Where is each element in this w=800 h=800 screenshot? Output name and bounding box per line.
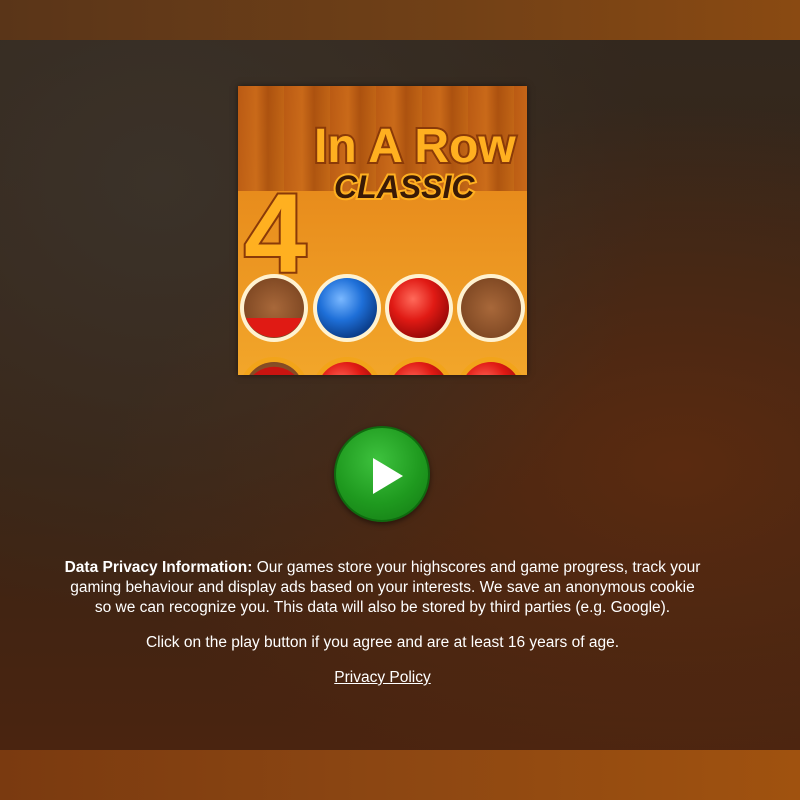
play-button[interactable] [334, 426, 430, 522]
privacy-heading: Data Privacy Information: [64, 559, 253, 576]
consent-text: Click on the play button if you agree an… [145, 634, 620, 651]
privacy-notice: Data Privacy Information: Our games stor… [60, 558, 705, 703]
privacy-policy-link[interactable]: Privacy Policy [334, 669, 430, 686]
logo-artwork: 4In A RowCLASSIC [238, 118, 527, 375]
bottom-bar [0, 750, 800, 800]
logo-subtitle: CLASSIC [334, 169, 475, 205]
privacy-paragraph: Data Privacy Information: Our games stor… [60, 558, 705, 618]
logo-title: In A Row [314, 120, 516, 173]
play-icon [373, 458, 403, 494]
game-logo: 4 In A Row CLASSIC [238, 86, 527, 375]
policy-paragraph: Privacy Policy [60, 668, 705, 688]
logo-number: 4 [244, 171, 306, 296]
top-bar [0, 0, 800, 40]
